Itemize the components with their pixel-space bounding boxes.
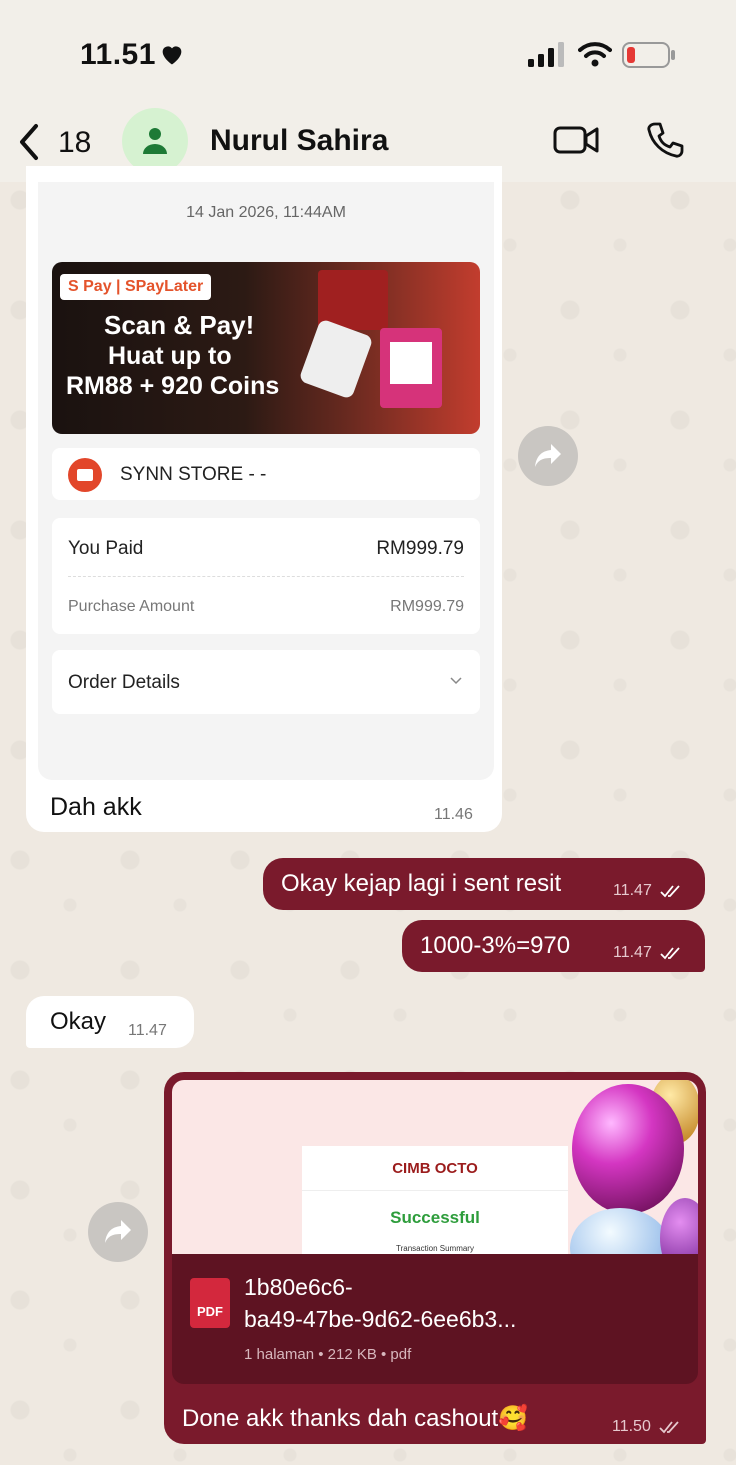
voice-call-icon[interactable]: [645, 120, 685, 160]
bank-logo: CIMB OCTO: [392, 1160, 478, 1177]
forward-icon: [105, 1220, 131, 1243]
double-check-icon: [660, 947, 680, 960]
time-label: 11.47: [613, 944, 652, 961]
battery-low-icon: [622, 42, 675, 68]
balloon-illustration: [570, 1208, 670, 1254]
banner-offer: RM88 + 920 Coins: [66, 372, 280, 400]
message-text: Okay kejap lagi i sent resit: [281, 870, 562, 897]
receipt-paper: CIMB OCTO Successful Transaction Summary: [302, 1146, 568, 1254]
banner-subline: Huat up to: [108, 342, 232, 370]
pdf-attachment[interactable]: PDF 1b80e6c6- ba49-47be-9d62-6ee6b3... 1…: [172, 1254, 698, 1384]
incoming-message-bubble[interactable]: Okay 11.47: [26, 996, 194, 1048]
transaction-status: Successful: [390, 1208, 480, 1227]
purchase-amount-label: Purchase Amount: [68, 598, 195, 615]
message-text: 1000-3%=970: [420, 932, 571, 959]
forward-button[interactable]: [88, 1202, 148, 1262]
divider: [302, 1190, 568, 1191]
payment-date: 14 Jan 2026, 11:44AM: [186, 204, 346, 221]
qr-stand-illustration: [380, 328, 442, 408]
order-details-row[interactable]: Order Details: [52, 650, 480, 714]
message-text: Dah akk: [50, 793, 142, 821]
double-check-icon: [660, 885, 680, 898]
chevron-down-icon: [450, 677, 462, 685]
status-time: 11.51: [80, 38, 156, 71]
file-name: 1b80e6c6-: [244, 1274, 353, 1300]
heart-icon: [162, 46, 182, 65]
message-time: 11.47: [613, 944, 682, 962]
unread-count[interactable]: 18: [58, 126, 91, 160]
cellular-signal-icon: [528, 42, 564, 67]
person-icon: [143, 128, 167, 154]
wifi-icon: [578, 42, 612, 67]
transaction-summary-label: Transaction Summary: [396, 1244, 474, 1253]
outgoing-message-bubble[interactable]: 1000-3%=970 11.47: [402, 920, 705, 972]
purchase-amount-value: RM999.79: [390, 598, 464, 615]
receipt-preview[interactable]: CIMB OCTO Successful Transaction Summary: [172, 1080, 698, 1254]
phone-illustration: [298, 318, 374, 400]
outgoing-message-bubble[interactable]: Okay kejap lagi i sent resit 11.47: [263, 858, 705, 910]
status-bar: 11.51: [0, 0, 736, 100]
store-name: SYNN STORE - -: [120, 464, 267, 485]
contact-avatar[interactable]: [122, 108, 188, 174]
double-check-icon: [659, 1421, 679, 1434]
pdf-file-icon: PDF: [190, 1278, 230, 1328]
you-paid-value: RM999.79: [376, 538, 464, 559]
pdf-badge-label: PDF: [197, 1304, 223, 1319]
message-text: Okay: [50, 1008, 107, 1035]
store-icon: [68, 458, 102, 492]
balloon-illustration: [660, 1198, 698, 1254]
message-time: 11.47: [128, 1022, 167, 1039]
store-row: SYNN STORE - -: [52, 448, 480, 500]
message-time: 11.47: [613, 882, 682, 900]
banner-headline: Scan & Pay!: [104, 310, 255, 340]
order-details-label: Order Details: [68, 672, 180, 693]
file-name-continued: ba49-47be-9d62-6ee6b3...: [244, 1306, 517, 1332]
message-text: Done akk thanks dah cashout🥰: [182, 1405, 529, 1432]
promo-banner[interactable]: S Pay | SPayLater Scan & Pay! Huat up to…: [52, 262, 480, 434]
file-meta: 1 halaman • 212 KB • pdf: [244, 1346, 412, 1363]
time-label: 11.47: [613, 882, 652, 899]
video-call-icon[interactable]: [552, 122, 600, 158]
spay-logo: S Pay | SPayLater: [60, 274, 212, 300]
time-label: 11.50: [612, 1418, 651, 1435]
you-paid-label: You Paid: [68, 538, 144, 559]
message-time: 11.50: [612, 1418, 681, 1436]
back-chevron-icon[interactable]: [14, 122, 44, 162]
forward-icon: [535, 444, 561, 467]
shared-payment-card[interactable]: 14 Jan 2026, 11:44AM S Pay | SPayLater S…: [38, 182, 494, 780]
balloon-illustration: [572, 1084, 684, 1214]
message-time: 11.46: [434, 806, 473, 823]
forward-button[interactable]: [518, 426, 578, 486]
contact-name[interactable]: Nurul Sahira: [210, 124, 388, 158]
divider: [68, 576, 464, 577]
payment-summary: You Paid RM999.79 Purchase Amount RM999.…: [52, 518, 480, 634]
